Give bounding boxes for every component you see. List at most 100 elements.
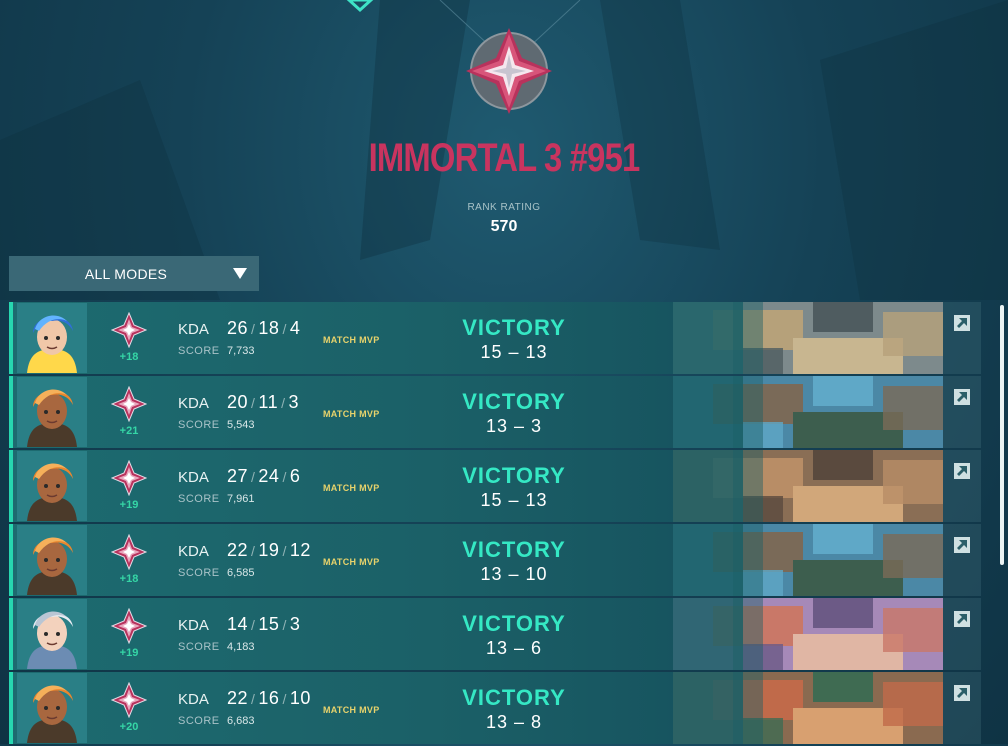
map-thumbnail — [673, 302, 943, 374]
open-details-icon — [954, 537, 970, 553]
match-details-button[interactable] — [943, 376, 981, 448]
match-row[interactable]: +19 KDA 14/15/3 SCORE 4,183 VICTORY 13 –… — [9, 598, 943, 670]
kda-value: 27/24/6 — [227, 466, 300, 487]
rr-change: +20 — [119, 721, 139, 733]
deaths: 15 — [258, 614, 280, 634]
score-label: SCORE — [178, 419, 220, 431]
match-details-button[interactable] — [943, 598, 981, 670]
match-result: VICTORY — [462, 685, 566, 710]
kda-value: 22/16/10 — [227, 688, 311, 709]
team-score: 15 — [480, 342, 503, 362]
kda-label: KDA — [178, 395, 209, 412]
rr-change: +21 — [119, 425, 139, 437]
enemy-score: 13 — [525, 342, 548, 362]
match-result: VICTORY — [462, 389, 566, 414]
match-row[interactable]: +21 KDA 20/11/3 SCORE 5,543 MATCH MVP VI… — [9, 376, 943, 448]
match-details-button[interactable] — [943, 672, 981, 744]
deaths: 11 — [258, 392, 279, 412]
kills: 20 — [227, 392, 249, 412]
open-details-icon — [954, 389, 970, 405]
score-label: SCORE — [178, 493, 220, 505]
enemy-score: 3 — [531, 416, 543, 436]
immortal-rank-icon — [466, 28, 552, 114]
match-details-button[interactable] — [943, 302, 981, 374]
kills: 27 — [227, 466, 249, 486]
team-score: 15 — [480, 490, 503, 510]
match-row[interactable]: +20 KDA 22/16/10 SCORE 6,683 MATCH MVP V… — [9, 672, 943, 744]
match-row[interactable]: +18 KDA 22/19/12 SCORE 6,585 MATCH MVP V… — [9, 524, 943, 596]
kda-separator: / — [282, 321, 287, 337]
rr-change: +19 — [119, 647, 139, 659]
match-details-column — [943, 302, 981, 744]
kills: 22 — [227, 540, 249, 560]
mode-filter-dropdown[interactable]: ALL MODES — [9, 256, 259, 291]
map-thumbnail — [673, 524, 943, 596]
agent-portrait-raze — [17, 451, 87, 521]
kda-separator: / — [251, 691, 256, 707]
kda-label: KDA — [178, 321, 209, 338]
match-mvp-badge: MATCH MVP — [323, 483, 380, 493]
map-thumbnail — [673, 450, 943, 522]
kda-value: 22/19/12 — [227, 540, 311, 561]
match-mvp-badge: MATCH MVP — [323, 335, 380, 345]
round-score: 13 – 8 — [485, 712, 543, 732]
rr-change: +18 — [119, 351, 139, 363]
kda-label: KDA — [178, 469, 209, 486]
score-value: 6,585 — [227, 567, 255, 579]
score-value: 4,183 — [227, 641, 255, 653]
kda-separator: / — [281, 395, 286, 411]
open-details-icon — [954, 315, 970, 331]
match-result: VICTORY — [462, 611, 566, 636]
open-details-icon — [954, 463, 970, 479]
score-value: 7,961 — [227, 493, 255, 505]
kills: 22 — [227, 688, 249, 708]
match-mvp-badge: MATCH MVP — [323, 705, 380, 715]
deaths: 24 — [258, 466, 280, 486]
agent-portrait-neon — [17, 303, 87, 373]
agent-portrait-jett — [17, 599, 87, 669]
open-details-icon — [954, 611, 970, 627]
kda-separator: / — [282, 691, 287, 707]
map-thumbnail — [673, 376, 943, 448]
scrollbar-thumb[interactable] — [1000, 305, 1004, 565]
immortal-rank-icon — [111, 460, 147, 496]
match-result: VICTORY — [462, 537, 566, 562]
kda-separator: / — [282, 469, 287, 485]
kda-label: KDA — [178, 617, 209, 634]
match-result: VICTORY — [462, 463, 566, 488]
assists: 10 — [289, 688, 311, 708]
kda-separator: / — [251, 321, 256, 337]
immortal-rank-icon — [111, 608, 147, 644]
rr-change: +19 — [119, 499, 139, 511]
agent-portrait-raze — [17, 673, 87, 743]
kda-label: KDA — [178, 543, 209, 560]
team-score: 13 — [480, 564, 503, 584]
match-row[interactable]: +18 KDA 26/18/4 SCORE 7,733 MATCH MVP VI… — [9, 302, 943, 374]
score-label: SCORE — [178, 715, 220, 727]
enemy-score: 8 — [531, 712, 543, 732]
kda-separator: / — [282, 617, 287, 633]
round-score: 15 – 13 — [480, 342, 548, 362]
enemy-score: 10 — [525, 564, 548, 584]
match-result: VICTORY — [462, 315, 566, 340]
round-score: 13 – 10 — [480, 564, 548, 584]
rr-change: +18 — [119, 573, 139, 585]
assists: 4 — [289, 318, 301, 338]
match-details-button[interactable] — [943, 450, 981, 522]
round-score: 13 – 3 — [485, 416, 543, 436]
assists: 12 — [289, 540, 311, 560]
deaths: 18 — [258, 318, 280, 338]
score-value: 5,543 — [227, 419, 255, 431]
enemy-score: 13 — [525, 490, 548, 510]
kills: 14 — [227, 614, 249, 634]
rank-rating-label: RANK RATING — [467, 202, 541, 213]
map-thumbnail — [673, 598, 943, 670]
kda-separator: / — [251, 543, 256, 559]
assists: 6 — [289, 466, 301, 486]
immortal-rank-icon — [111, 312, 147, 348]
match-row[interactable]: +19 KDA 27/24/6 SCORE 7,961 MATCH MVP VI… — [9, 450, 943, 522]
match-details-button[interactable] — [943, 524, 981, 596]
kills: 26 — [227, 318, 249, 338]
caret-down-icon — [233, 268, 247, 279]
agent-portrait-raze — [17, 525, 87, 595]
